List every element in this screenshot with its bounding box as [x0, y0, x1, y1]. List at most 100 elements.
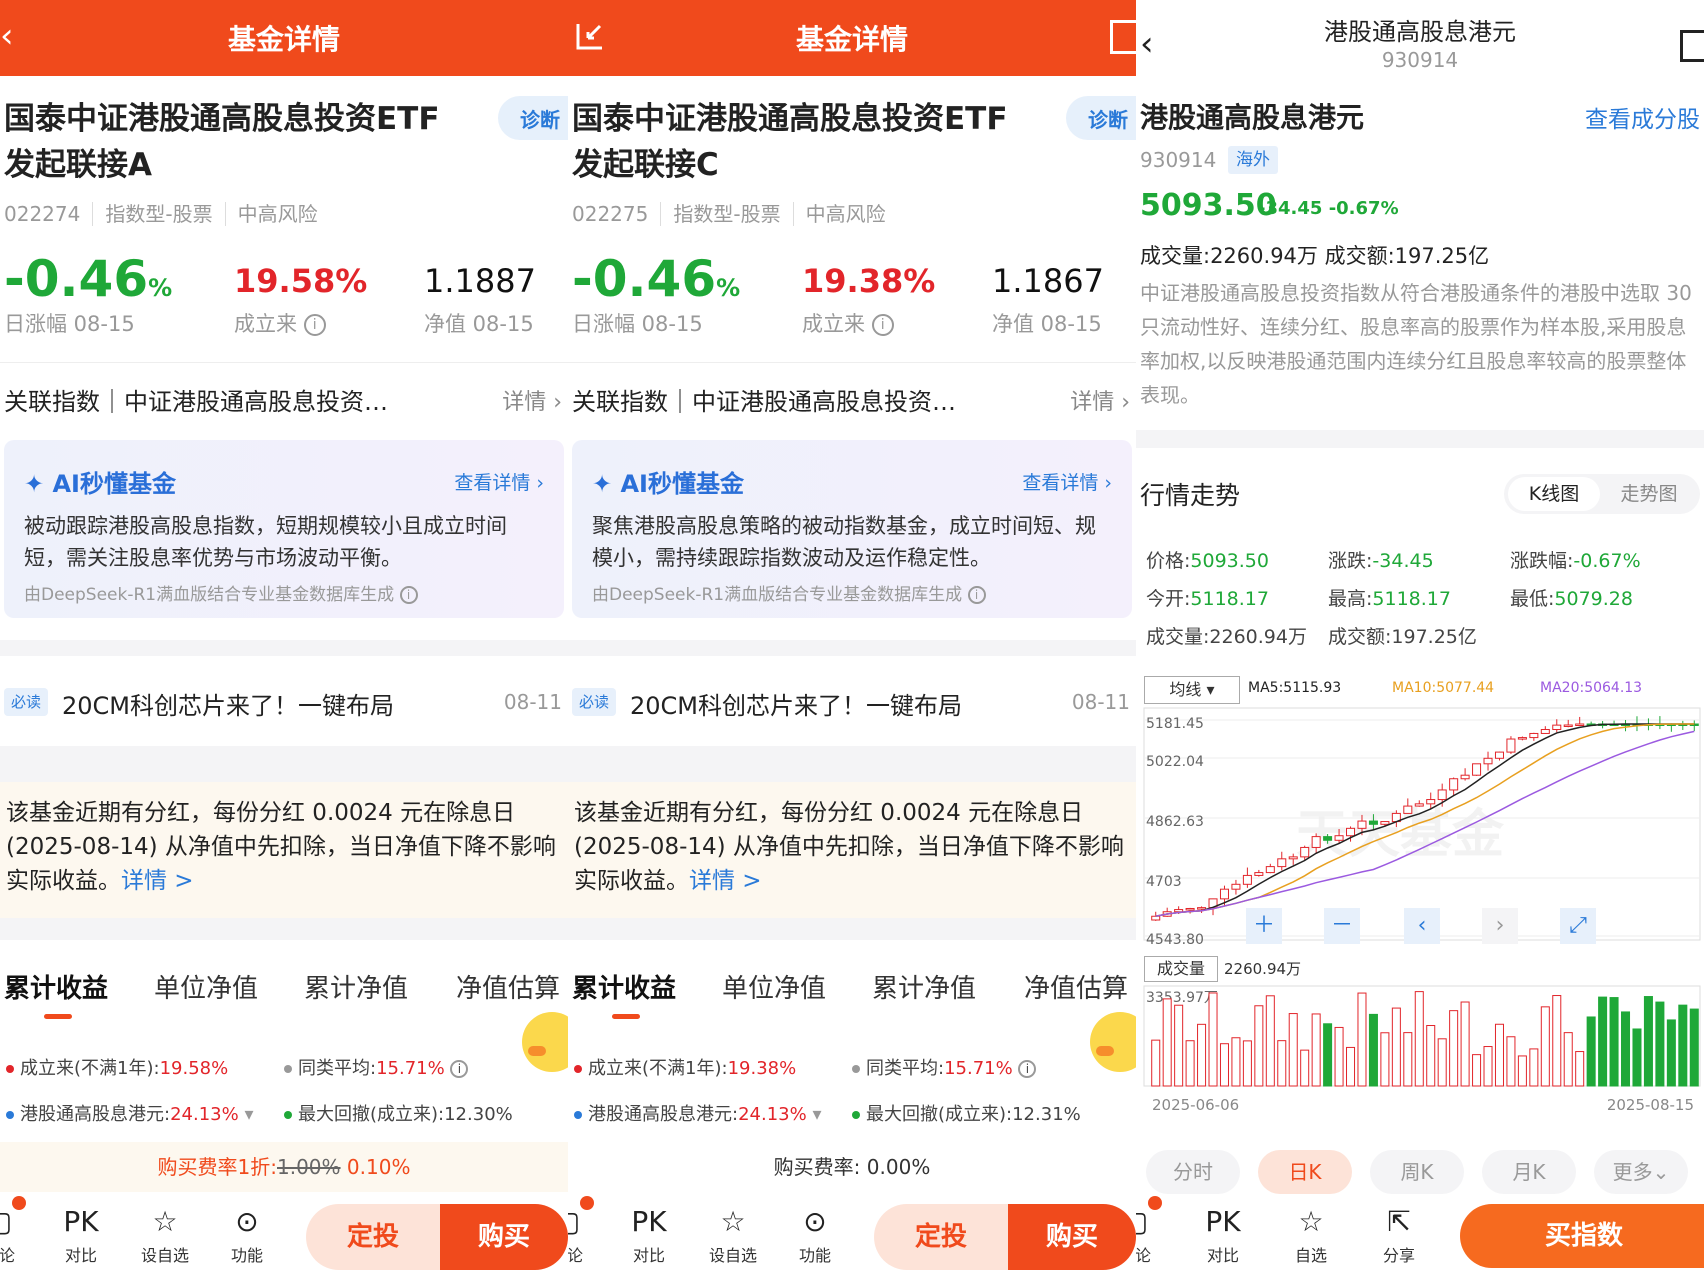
- zoom-in-button[interactable]: ＋: [1246, 908, 1282, 944]
- sparkle-icon: ✦: [592, 470, 613, 498]
- ma5-label: MA5:5115.93: [1248, 680, 1342, 696]
- period-month[interactable]: 月K: [1482, 1150, 1576, 1194]
- related-index[interactable]: 关联指数｜中证港股通高股息投资…: [572, 382, 956, 417]
- volume-bar: [1643, 996, 1653, 1087]
- header-bar: 基金详情: [568, 0, 1136, 76]
- favorite-button[interactable]: ☆ 设自选: [698, 1202, 768, 1266]
- candle-body: [1174, 909, 1184, 913]
- related-index-more[interactable]: 详情 ›: [1070, 384, 1130, 416]
- day-change: -0.46%: [4, 250, 173, 308]
- fund-meta: 022275 指数型-股票 中高风险: [572, 198, 898, 227]
- y-tick-label: 4703: [1146, 874, 1182, 890]
- ai-more-link[interactable]: 查看详情 ›: [454, 468, 544, 495]
- stat-drawdown: 最大回撤(成立来):12.31%: [852, 1100, 1081, 1126]
- tab-indicator: [612, 1014, 640, 1019]
- favorite-button[interactable]: ☆ 自选: [1276, 1202, 1346, 1266]
- view-components-link[interactable]: 查看成分股: [1585, 100, 1700, 134]
- share-icon[interactable]: [1680, 30, 1704, 62]
- news-title[interactable]: 20CM科创芯片来了！一键布局: [630, 686, 962, 721]
- pk-icon: PK: [63, 1205, 99, 1238]
- volume-bar: [1609, 997, 1619, 1087]
- diagnose-button[interactable]: 诊断: [1066, 96, 1136, 140]
- stat-index[interactable]: 港股通高股息港元:24.13% ▾: [574, 1100, 822, 1126]
- news-title[interactable]: 20CM科创芯片来了！一键布局: [62, 686, 394, 721]
- tab-cumulative[interactable]: 累计收益: [572, 968, 676, 1005]
- scroll-left-button[interactable]: ‹: [1404, 908, 1440, 944]
- related-index[interactable]: 关联指数｜中证港股通高股息投资…: [4, 382, 388, 417]
- tab-acc-nav[interactable]: 累计净值: [872, 968, 976, 1005]
- mascot-icon[interactable]: [1090, 1012, 1136, 1072]
- candle-body: [1334, 835, 1344, 841]
- share-icon[interactable]: [1110, 20, 1136, 54]
- candle-body: [1563, 724, 1573, 728]
- info-icon: i: [399, 586, 418, 604]
- candle-body: [1242, 874, 1252, 885]
- compare-button[interactable]: PK 对比: [1188, 1202, 1258, 1266]
- bottom-bar: ▢讨论 PK对比 ☆设自选 ⊙功能 定投 购买: [0, 1196, 568, 1278]
- buy-button[interactable]: 购买: [1008, 1204, 1136, 1270]
- fund-risk: 中高风险: [224, 202, 330, 226]
- zoom-out-button[interactable]: －: [1324, 908, 1360, 944]
- volume-bar: [1414, 991, 1424, 1087]
- discuss-button[interactable]: ▢讨论: [0, 1202, 34, 1266]
- dividend-notice: 该基金近期有分红，每份分红 0.0024 元在除息日 (2025-08-14) …: [568, 782, 1136, 918]
- fullscreen-icon[interactable]: ⤢: [1560, 908, 1596, 944]
- discuss-button[interactable]: ▢讨论: [1136, 1202, 1170, 1266]
- share-button[interactable]: ⇱ 分享: [1364, 1202, 1434, 1266]
- compare-button[interactable]: PK 对比: [614, 1202, 684, 1266]
- dingtou-button[interactable]: 定投: [306, 1204, 440, 1270]
- volume-select[interactable]: 成交量: [1144, 956, 1218, 982]
- stat-index[interactable]: 港股通高股息港元:24.13% ▾: [6, 1100, 254, 1126]
- fund-name: 国泰中证港股通高股息投资ETF 发起联接C: [572, 101, 1008, 183]
- dividend-detail-link[interactable]: 详情 >: [121, 868, 194, 894]
- function-button[interactable]: ⊙ 功能: [212, 1202, 282, 1266]
- tab-acc-nav[interactable]: 累计净值: [304, 968, 408, 1005]
- buy-index-button[interactable]: 买指数: [1460, 1204, 1704, 1268]
- quote-price: 价格:5093.50: [1146, 550, 1269, 572]
- dividend-notice: 该基金近期有分红，每份分红 0.0024 元在除息日 (2025-08-14) …: [0, 782, 568, 918]
- favorite-button[interactable]: ☆ 设自选: [130, 1202, 200, 1266]
- tab-cumulative[interactable]: 累计收益: [4, 968, 108, 1005]
- scroll-right-button[interactable]: ›: [1482, 908, 1518, 944]
- volume-bar: [1277, 1040, 1287, 1087]
- related-index-more[interactable]: 详情 ›: [502, 384, 562, 416]
- chat-icon: ▢: [568, 1202, 602, 1242]
- purchase-fee: 购买费率1折:1.00% 0.10%: [0, 1142, 568, 1192]
- kline-chart[interactable]: 5181.45 5022.04 4862.63 4703 4543.80 3353.97万: [1136, 700, 1704, 1100]
- volume-bar: [1426, 1025, 1436, 1087]
- fund-panel-a: ‹ 基金详情 国泰中证港股通高股息投资ETF 发起联接A 诊断 022274 指数型…: [0, 0, 568, 1278]
- ai-card[interactable]: ✦ AI秒懂基金 查看详情 › 被动跟踪港股高股息指数，短期规模较小且成立时间短…: [4, 440, 564, 618]
- tab-unit-nav[interactable]: 单位净值: [154, 968, 258, 1005]
- discuss-button[interactable]: ▢讨论: [568, 1202, 602, 1266]
- tab-estimate[interactable]: 净值估算: [456, 968, 560, 1005]
- y-tick-label: 5022.04: [1146, 754, 1204, 770]
- volume-bar: [1437, 1038, 1447, 1087]
- ai-card[interactable]: ✦ AI秒懂基金 查看详情 › 聚焦港股高股息策略的被动指数基金，成立时间短、规…: [572, 440, 1132, 618]
- kline-tab[interactable]: K线图: [1508, 477, 1600, 511]
- candle-body: [1288, 856, 1298, 860]
- ai-title: ✦ AI秒懂基金: [592, 470, 744, 498]
- trend-tab[interactable]: 走势图: [1606, 477, 1692, 511]
- volume-bar: [1506, 1036, 1516, 1087]
- tab-estimate[interactable]: 净值估算: [1024, 968, 1128, 1005]
- volume-bar: [1598, 996, 1608, 1087]
- quote-open: 今开:5118.17: [1146, 588, 1269, 610]
- candle-body: [1311, 836, 1321, 848]
- period-week[interactable]: 周K: [1370, 1150, 1464, 1194]
- candle-body: [1277, 858, 1287, 868]
- dingtou-button[interactable]: 定投: [874, 1204, 1008, 1270]
- mascot-icon[interactable]: [522, 1012, 568, 1072]
- compare-button[interactable]: PK 对比: [46, 1202, 116, 1266]
- buy-button[interactable]: 购买: [440, 1204, 568, 1270]
- period-day[interactable]: 日K: [1258, 1150, 1352, 1194]
- period-more[interactable]: 更多⌄: [1594, 1150, 1688, 1194]
- candle-body: [1449, 778, 1459, 791]
- period-intraday[interactable]: 分时: [1146, 1150, 1240, 1194]
- diagnose-button[interactable]: 诊断: [498, 96, 568, 140]
- candle-body: [1323, 836, 1333, 841]
- candle-body: [1219, 888, 1229, 900]
- ai-more-link[interactable]: 查看详情 ›: [1022, 468, 1112, 495]
- function-button[interactable]: ⊙ 功能: [780, 1202, 850, 1266]
- dividend-detail-link[interactable]: 详情 >: [689, 868, 762, 894]
- tab-unit-nav[interactable]: 单位净值: [722, 968, 826, 1005]
